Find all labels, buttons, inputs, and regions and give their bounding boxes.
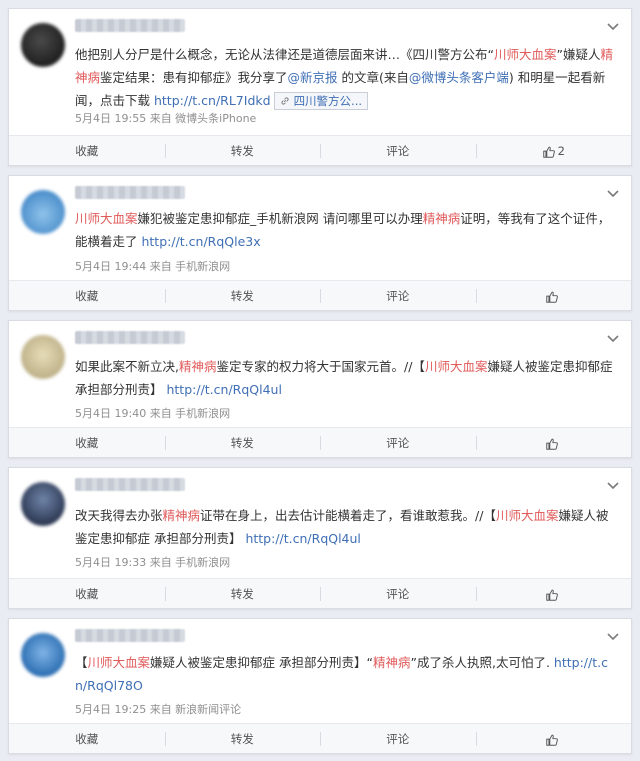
collect-button[interactable]: 收藏 — [9, 724, 165, 753]
post-link[interactable]: http://t.cn/RqQl4ul — [245, 531, 360, 546]
post-text: ”嫌疑人 — [556, 47, 601, 62]
post-text: 改天我得去办张 — [75, 508, 163, 523]
post-card-4: 改天我得去办张精神病证带在身上，出去估计能横着走了，看谁敢惹我。//【川师大血案… — [8, 467, 632, 609]
post-link[interactable]: http://t.cn/RL7Idkd — [154, 93, 271, 108]
action-bar: 收藏 转发 评论 2 — [9, 135, 631, 165]
comment-button[interactable]: 评论 — [320, 724, 476, 753]
highlight-keyword: 川师大血案 — [75, 211, 138, 226]
action-bar: 收藏 转发 评论 — [9, 427, 631, 457]
username-blurred[interactable] — [75, 19, 185, 32]
post-text: 证带在身上，出去估计能横着走了，看谁敢惹我。//【 — [200, 508, 496, 523]
post-content: 如果此案不新立决,精神病鉴定专家的权力将大于国家元首。//【川师大血案嫌疑人被鉴… — [75, 355, 615, 401]
article-tag-label: 四川警方公... — [293, 94, 363, 108]
post-card-2: 川师大血案嫌犯被鉴定患抑郁症_手机新浪网 请问哪里可以办理精神病证明，等我有了这… — [8, 175, 632, 311]
avatar[interactable] — [21, 633, 65, 677]
comment-button[interactable]: 评论 — [320, 428, 476, 457]
thumbs-up-icon — [542, 146, 555, 158]
chevron-down-icon[interactable] — [605, 477, 621, 493]
thumbs-up-icon — [546, 438, 559, 450]
like-count: 2 — [557, 144, 565, 158]
post-text: 如果此案不新立决, — [75, 359, 179, 374]
thumbs-up-icon — [546, 589, 559, 601]
highlight-keyword: 精神病 — [372, 655, 411, 670]
username-blurred[interactable] — [75, 629, 185, 642]
avatar[interactable] — [21, 335, 65, 379]
like-button[interactable] — [475, 724, 632, 753]
post-text: 的文章(来自 — [337, 70, 409, 85]
post-card-3: 如果此案不新立决,精神病鉴定专家的权力将大于国家元首。//【川师大血案嫌疑人被鉴… — [8, 320, 632, 458]
chevron-down-icon[interactable] — [605, 18, 621, 34]
repost-button[interactable]: 转发 — [164, 281, 321, 310]
comment-button[interactable]: 评论 — [320, 281, 476, 310]
weibo-feed: 他把别人分尸是什么概念，无论从法律还是道德层面来讲…《四川警方公布“川师大血案”… — [0, 0, 640, 761]
highlight-keyword: 川师大血案 — [424, 359, 488, 374]
comment-button[interactable]: 评论 — [320, 136, 476, 165]
post-content: 川师大血案嫌犯被鉴定患抑郁症_手机新浪网 请问哪里可以办理精神病证明，等我有了这… — [75, 207, 615, 253]
article-tag-link[interactable]: 四川警方公... — [273, 92, 369, 110]
like-button[interactable] — [475, 579, 632, 608]
username-blurred[interactable] — [75, 186, 185, 199]
post-meta: 5月4日 19:44 来自 手机新浪网 — [75, 260, 231, 273]
post-link[interactable]: @微博头条客户端 — [409, 70, 509, 85]
post-meta: 5月4日 19:55 来自 微博头条iPhone — [75, 112, 257, 125]
thumbs-up-icon — [546, 291, 559, 303]
like-button[interactable] — [475, 428, 632, 457]
post-content: 改天我得去办张精神病证带在身上，出去估计能横着走了，看谁敢惹我。//【川师大血案… — [75, 504, 615, 550]
username-blurred[interactable] — [75, 478, 185, 491]
chevron-down-icon[interactable] — [605, 628, 621, 644]
post-text: 【 — [75, 655, 88, 670]
post-meta: 5月4日 19:33 来自 手机新浪网 — [75, 556, 231, 569]
highlight-keyword: 川师大血案 — [87, 655, 151, 670]
thumbs-up-icon — [546, 734, 559, 746]
avatar[interactable] — [21, 482, 65, 526]
like-button[interactable] — [475, 281, 632, 310]
comment-button[interactable]: 评论 — [320, 579, 476, 608]
like-button[interactable]: 2 — [475, 136, 632, 165]
collect-button[interactable]: 收藏 — [9, 428, 165, 457]
action-bar: 收藏 转发 评论 — [9, 578, 631, 608]
post-text: 他把别人分尸是什么概念，无论从法律还是道德层面来讲…《四川警方公布“ — [75, 47, 494, 62]
collect-button[interactable]: 收藏 — [9, 579, 165, 608]
post-content: 【川师大血案嫌疑人被鉴定患抑郁症 承担部分刑责】“精神病”成了杀人执照,太可怕了… — [75, 651, 615, 697]
post-text: 嫌犯被鉴定患抑郁症_手机新浪网 请问哪里可以办理 — [137, 211, 423, 226]
repost-button[interactable]: 转发 — [164, 724, 321, 753]
link-icon — [281, 97, 289, 105]
avatar[interactable] — [21, 190, 65, 234]
post-text: 鉴定专家的权力将大于国家元首。//【 — [216, 359, 425, 374]
avatar[interactable] — [21, 23, 65, 67]
post-text: ”成了杀人执照,太可怕了. — [410, 655, 554, 670]
action-bar: 收藏 转发 评论 — [9, 280, 631, 310]
highlight-keyword: 精神病 — [178, 359, 217, 374]
highlight-keyword: 川师大血案 — [495, 508, 559, 523]
chevron-down-icon[interactable] — [605, 330, 621, 346]
action-bar: 收藏 转发 评论 — [9, 723, 631, 753]
post-card-1: 他把别人分尸是什么概念，无论从法律还是道德层面来讲…《四川警方公布“川师大血案”… — [8, 8, 632, 166]
post-text: 鉴定结果：患有抑郁症》我分享了 — [100, 70, 288, 85]
collect-button[interactable]: 收藏 — [9, 136, 165, 165]
post-meta: 5月4日 19:25 来自 新浪新闻评论 — [75, 703, 242, 716]
chevron-down-icon[interactable] — [605, 185, 621, 201]
repost-button[interactable]: 转发 — [164, 136, 321, 165]
repost-button[interactable]: 转发 — [164, 579, 321, 608]
highlight-keyword: 川师大血案 — [493, 47, 557, 62]
repost-button[interactable]: 转发 — [164, 428, 321, 457]
username-blurred[interactable] — [75, 331, 185, 344]
post-text: 嫌疑人被鉴定患抑郁症 承担部分刑责】“ — [150, 655, 373, 670]
post-card-5: 【川师大血案嫌疑人被鉴定患抑郁症 承担部分刑责】“精神病”成了杀人执照,太可怕了… — [8, 618, 632, 754]
post-link[interactable]: http://t.cn/RqQle3x — [141, 234, 260, 249]
post-link[interactable]: http://t.cn/RqQl4ul — [166, 382, 281, 397]
post-content: 他把别人分尸是什么概念，无论从法律还是道德层面来讲…《四川警方公布“川师大血案”… — [75, 43, 615, 112]
post-link[interactable]: @新京报 — [288, 70, 338, 85]
collect-button[interactable]: 收藏 — [9, 281, 165, 310]
post-meta: 5月4日 19:40 来自 手机新浪网 — [75, 407, 231, 420]
highlight-keyword: 精神病 — [162, 508, 201, 523]
highlight-keyword: 精神病 — [422, 211, 461, 226]
